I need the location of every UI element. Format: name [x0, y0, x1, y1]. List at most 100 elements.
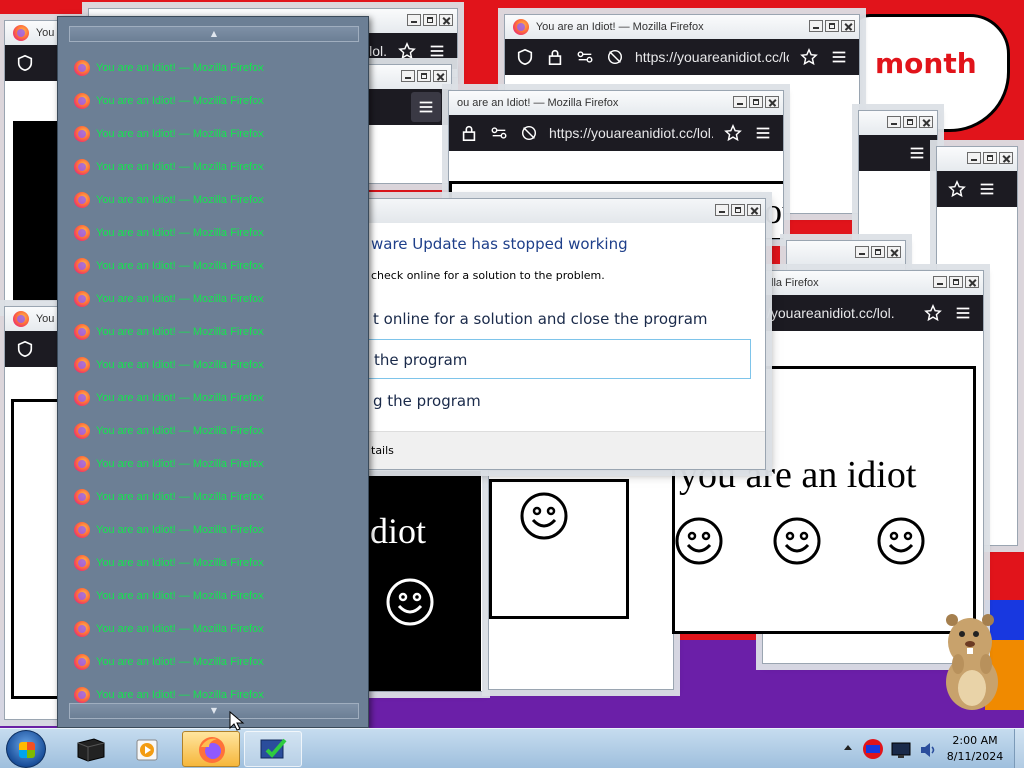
window-list-item[interactable]: You are an Idiot! — Mozilla Firefox	[74, 513, 364, 546]
minimize-button[interactable]	[855, 246, 869, 258]
window-list-item[interactable]: You are an Idiot! — Mozilla Firefox	[74, 447, 364, 480]
address-bar-url[interactable]: /youareanidiot.cc/lol.	[767, 305, 913, 321]
window-list-item[interactable]: You are an Idiot! — Mozilla Firefox	[74, 51, 364, 84]
menu-icon[interactable]	[829, 47, 849, 67]
menu-icon[interactable]	[411, 92, 441, 122]
close-button[interactable]	[747, 204, 761, 216]
close-button[interactable]	[887, 246, 901, 258]
minimize-button[interactable]	[933, 276, 947, 288]
close-button[interactable]	[965, 276, 979, 288]
close-button[interactable]	[999, 152, 1013, 164]
window-list-item[interactable]: You are an Idiot! — Mozilla Firefox	[74, 579, 364, 612]
minimize-button[interactable]	[809, 20, 823, 32]
minimize-button[interactable]	[733, 96, 747, 108]
address-bar-url[interactable]: https://youareanidiot.cc/lol.	[635, 49, 789, 65]
minimize-button[interactable]	[407, 14, 421, 26]
star-icon[interactable]	[799, 47, 819, 67]
shield-icon[interactable]	[15, 339, 35, 359]
scroll-up-button[interactable]: ▲	[69, 26, 359, 42]
star-icon[interactable]	[923, 303, 943, 323]
window-list-item[interactable]: You are an Idiot! — Mozilla Firefox	[74, 546, 364, 579]
menu-icon[interactable]	[907, 143, 927, 163]
tracking-protection-off-icon[interactable]	[605, 47, 625, 67]
menu-icon[interactable]	[977, 179, 997, 199]
debug-program-option[interactable]: g the program	[361, 381, 751, 421]
window-list-item[interactable]: You are an Idiot! — Mozilla Firefox	[74, 348, 364, 381]
window-list-item[interactable]: You are an Idiot! — Mozilla Firefox	[74, 645, 364, 678]
lock-icon[interactable]	[459, 123, 479, 143]
star-icon[interactable]	[947, 179, 967, 199]
window-titlebar[interactable]	[859, 111, 937, 135]
window-list-item[interactable]: You are an Idiot! — Mozilla Firefox	[74, 117, 364, 150]
menu-icon[interactable]	[953, 303, 973, 323]
taskbar-clock[interactable]: 2:00 AM 8/11/2024	[940, 733, 1010, 765]
taskbar-app-button[interactable]	[62, 731, 120, 767]
tray-app-icon[interactable]	[860, 737, 886, 761]
close-button[interactable]	[765, 96, 779, 108]
window-list-item[interactable]: You are an Idiot! — Mozilla Firefox	[74, 249, 364, 282]
window-list-item[interactable]: You are an Idiot! — Mozilla Firefox	[74, 381, 364, 414]
maximize-button[interactable]	[423, 14, 437, 26]
window-list-item[interactable]: You are an Idiot! — Mozilla Firefox	[74, 315, 364, 348]
firefox-window-black-page[interactable]: diot	[366, 460, 484, 692]
window-titlebar[interactable]: You are an Idiot! — Mozilla Firefox	[505, 15, 859, 39]
window-list-item[interactable]: You are an Idiot! — Mozilla Firefox	[74, 84, 364, 117]
tracking-protection-off-icon[interactable]	[519, 123, 539, 143]
address-bar-url[interactable]: https://youareanidiot.cc/lol.	[549, 125, 713, 141]
window-titlebar[interactable]: ou are an Idiot! — Mozilla Firefox	[449, 91, 783, 115]
check-online-and-close-option[interactable]: t online for a solution and close the pr…	[361, 299, 751, 339]
close-button[interactable]	[919, 116, 933, 128]
maximize-button[interactable]	[825, 20, 839, 32]
taskbar-app-button-2[interactable]	[244, 731, 302, 767]
taskbar-media-player-button[interactable]	[120, 731, 178, 767]
permissions-icon[interactable]	[575, 47, 595, 67]
speech-bubble-text: month	[875, 47, 977, 80]
scroll-down-button[interactable]: ▼	[69, 703, 359, 719]
maximize-button[interactable]	[871, 246, 885, 258]
maximize-button[interactable]	[983, 152, 997, 164]
window-list-item[interactable]: You are an Idiot! — Mozilla Firefox	[74, 282, 364, 315]
close-button[interactable]	[433, 70, 447, 82]
maximize-button[interactable]	[949, 276, 963, 288]
show-desktop-button[interactable]	[1014, 729, 1024, 768]
minimize-button[interactable]	[887, 116, 901, 128]
start-button[interactable]	[6, 730, 46, 768]
shield-icon[interactable]	[15, 53, 35, 73]
volume-icon[interactable]	[918, 740, 938, 760]
maximize-button[interactable]	[731, 204, 745, 216]
permissions-icon[interactable]	[489, 123, 509, 143]
dialog-titlebar[interactable]: date	[331, 199, 765, 223]
window-titlebar[interactable]	[787, 241, 905, 265]
maximize-button[interactable]	[903, 116, 917, 128]
smiley-icon	[773, 517, 821, 565]
minimize-button[interactable]	[401, 70, 415, 82]
taskbar-firefox-button[interactable]	[182, 731, 240, 767]
minimize-button[interactable]	[967, 152, 981, 164]
shield-icon[interactable]	[515, 47, 535, 67]
error-dialog[interactable]: date ware Update has stopped working che…	[330, 198, 766, 470]
firefox-window-white-page-mid[interactable]	[488, 470, 674, 690]
view-details-link[interactable]: tails	[371, 444, 394, 457]
menu-icon[interactable]	[753, 123, 773, 143]
window-list-item[interactable]: You are an Idiot! — Mozilla Firefox	[74, 216, 364, 249]
maximize-button[interactable]	[749, 96, 763, 108]
minimize-button[interactable]	[715, 204, 729, 216]
close-button[interactable]	[841, 20, 855, 32]
close-button[interactable]	[439, 14, 453, 26]
menu-icon[interactable]	[427, 41, 447, 61]
window-list-item[interactable]: You are an Idiot! — Mozilla Firefox	[74, 612, 364, 645]
window-titlebar[interactable]	[937, 147, 1017, 171]
star-icon[interactable]	[723, 123, 743, 143]
close-program-option[interactable]: the program	[361, 339, 751, 379]
window-titlebar[interactable]: lla Firefox	[763, 271, 983, 295]
window-list-item[interactable]: You are an Idiot! — Mozilla Firefox	[74, 150, 364, 183]
star-icon[interactable]	[397, 41, 417, 61]
maximize-button[interactable]	[417, 70, 431, 82]
window-list-item[interactable]: You are an Idiot! — Mozilla Firefox	[74, 480, 364, 513]
taskbar-window-list[interactable]: ▲ You are an Idiot! — Mozilla Firefox You…	[57, 16, 369, 728]
show-hidden-icons-icon[interactable]	[842, 741, 854, 755]
network-icon[interactable]	[890, 739, 914, 761]
window-list-item[interactable]: You are an Idiot! — Mozilla Firefox	[74, 183, 364, 216]
window-list-item[interactable]: You are an Idiot! — Mozilla Firefox	[74, 414, 364, 447]
lock-icon[interactable]	[545, 47, 565, 67]
